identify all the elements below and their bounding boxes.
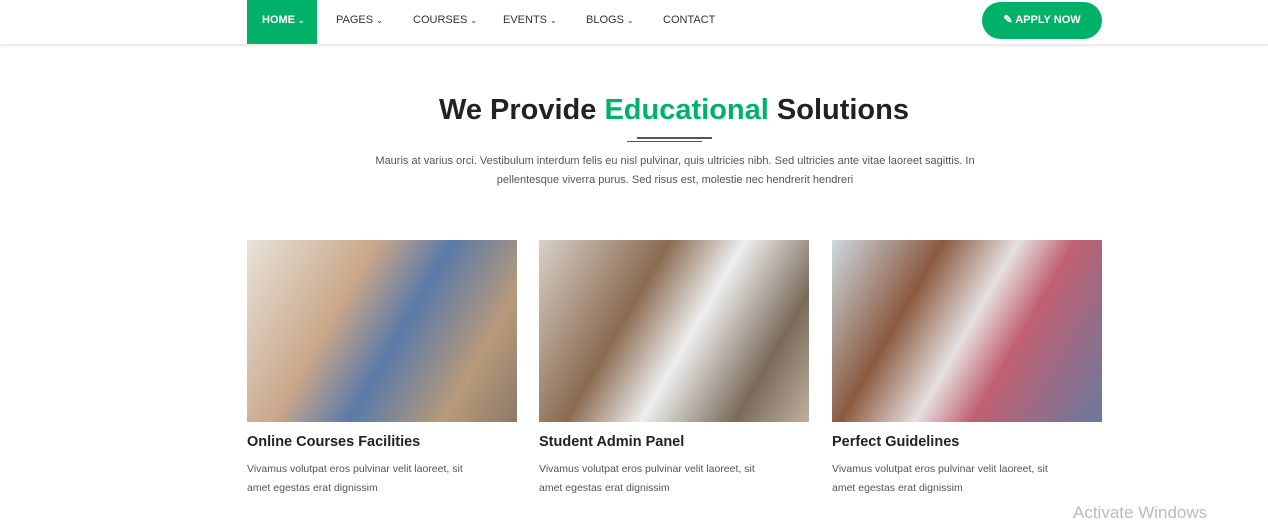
card-text: Vivamus volutpat eros pulvinar velit lao… <box>539 463 755 494</box>
nav-label: BLOGS <box>586 14 624 26</box>
title-highlight: Educational <box>604 94 769 126</box>
card-image <box>247 240 517 422</box>
nav-label: PAGES <box>336 14 374 26</box>
chevron-down-icon: ⌄ <box>626 16 634 25</box>
nav-contact[interactable]: CONTACT <box>663 0 715 44</box>
section-intro: Mauris at varius orci. Vestibulum interd… <box>375 155 975 186</box>
nav-label: COURSES <box>413 14 468 26</box>
card-online-courses: Online Courses Facilities Vivamus volutp… <box>247 240 517 498</box>
windows-watermark: Activate Windows <box>1073 503 1208 522</box>
nav-label: CONTACT <box>663 14 716 26</box>
divider <box>627 141 702 142</box>
apply-label: APPLY NOW <box>1015 14 1081 26</box>
chevron-down-icon: ⌄ <box>298 16 305 25</box>
chevron-down-icon: ⌄ <box>376 16 383 25</box>
nav-home[interactable]: HOME ⌄ <box>247 0 317 44</box>
card-student-admin: Student Admin Panel Vivamus volutpat ero… <box>539 240 809 498</box>
card-text: Vivamus volutpat eros pulvinar velit lao… <box>832 463 1048 494</box>
title-part: Solutions <box>768 94 909 126</box>
nav-label: HOME <box>262 14 295 26</box>
chevron-down-icon: ⌄ <box>550 16 557 25</box>
top-nav: HOME ⌄ PAGES ⌄ COURSES ⌄ EVENTS ⌄ BLOGS ⌄ CON… <box>0 0 1268 44</box>
nav-events[interactable]: EVENTS ⌄ <box>503 0 557 44</box>
section-title: We Provide Educational Solutions <box>0 94 1268 127</box>
nav-courses[interactable]: COURSES ⌄ <box>413 0 477 44</box>
title-part: We Provide <box>439 94 605 126</box>
card-perfect-guidelines: Perfect Guidelines Vivamus volutpat eros… <box>832 240 1102 498</box>
chevron-down-icon: ⌄ <box>470 16 478 25</box>
card-image <box>539 240 809 422</box>
card-image <box>832 240 1102 422</box>
card-title[interactable]: Perfect Guidelines <box>832 434 1102 450</box>
nav-label: EVENTS <box>503 14 548 26</box>
card-title[interactable]: Online Courses Facilities <box>247 434 517 450</box>
nav-blogs[interactable]: BLOGS ⌄ <box>586 0 634 44</box>
card-text: Vivamus volutpat eros pulvinar velit lao… <box>247 463 463 494</box>
nav-pages[interactable]: PAGES ⌄ <box>336 0 383 44</box>
apply-now-button[interactable]: ✎ APPLY NOW <box>982 2 1102 39</box>
divider <box>637 137 712 139</box>
card-title[interactable]: Student Admin Panel <box>539 434 809 450</box>
pencil-icon: ✎ <box>1003 14 1016 26</box>
